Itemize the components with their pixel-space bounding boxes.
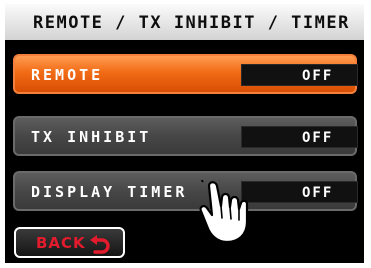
back-button[interactable]: BACK (14, 227, 125, 258)
display-timer-setting-row[interactable]: DISPLAY TIMER OFF (13, 171, 358, 211)
screen-header: REMOTE / TX INHIBIT / TIMER (5, 4, 364, 40)
return-arrow-icon (90, 235, 110, 254)
screen-title: REMOTE / TX INHIBIT / TIMER (33, 13, 350, 33)
remote-label: REMOTE (31, 66, 104, 84)
tx-inhibit-value: OFF (241, 126, 358, 148)
back-label: BACK (36, 234, 86, 252)
remote-value: OFF (241, 64, 358, 86)
device-screen: REMOTE / TX INHIBIT / TIMER REMOTE OFF T… (5, 4, 364, 263)
display-timer-label: DISPLAY TIMER (31, 183, 188, 201)
hand-pointer-icon (199, 180, 249, 244)
tx-inhibit-label: TX INHIBIT (31, 128, 152, 146)
remote-setting-row[interactable]: REMOTE OFF (13, 54, 358, 94)
tx-inhibit-setting-row[interactable]: TX INHIBIT OFF (13, 116, 358, 156)
